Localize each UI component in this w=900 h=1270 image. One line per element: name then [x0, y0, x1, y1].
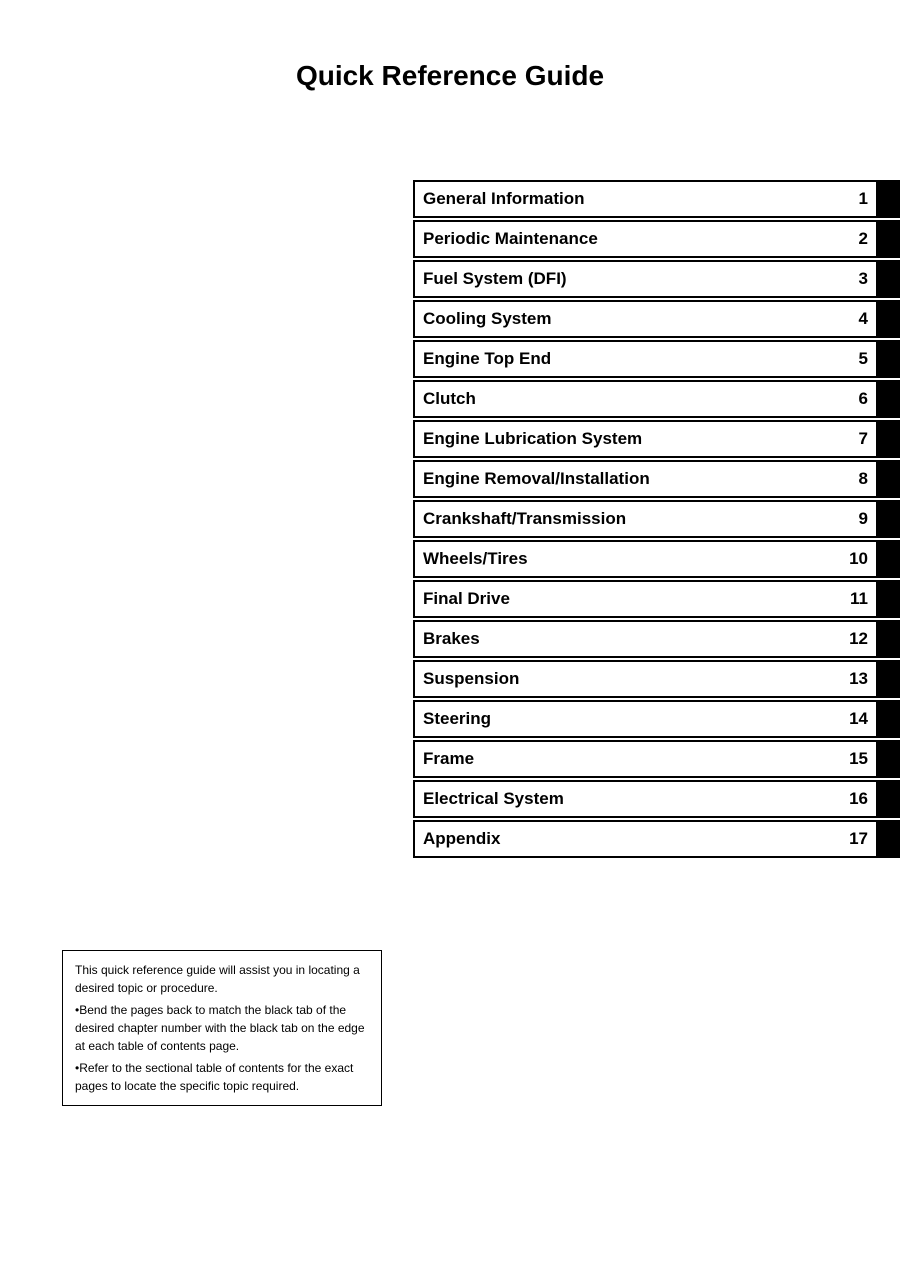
toc-item-label: Periodic Maintenance [415, 229, 846, 249]
toc-item[interactable]: Cooling System4 [413, 300, 900, 338]
toc-item[interactable]: Crankshaft/Transmission9 [413, 500, 900, 538]
toc-item-number: 11 [846, 589, 876, 609]
toc-item-tab [876, 700, 898, 738]
toc-item[interactable]: Suspension13 [413, 660, 900, 698]
toc-item-label: Engine Lubrication System [415, 429, 846, 449]
toc-item-label: Cooling System [415, 309, 846, 329]
toc-item-label: Crankshaft/Transmission [415, 509, 846, 529]
toc-item-label: Suspension [415, 669, 846, 689]
page-title: Quick Reference Guide [0, 0, 900, 132]
toc-item-number: 9 [846, 509, 876, 529]
toc-item-tab [876, 820, 898, 858]
toc-item-number: 6 [846, 389, 876, 409]
info-box-bullet2: •Refer to the sectional table of content… [75, 1059, 369, 1095]
toc-container: General Information1Periodic Maintenance… [413, 180, 900, 860]
toc-item-label: Frame [415, 749, 846, 769]
toc-item[interactable]: Steering14 [413, 700, 900, 738]
toc-item-label: Steering [415, 709, 846, 729]
toc-item-number: 15 [846, 749, 876, 769]
toc-item[interactable]: Frame15 [413, 740, 900, 778]
toc-item-tab [876, 180, 898, 218]
toc-item-label: General Information [415, 189, 846, 209]
toc-item-number: 7 [846, 429, 876, 449]
toc-item[interactable]: Periodic Maintenance2 [413, 220, 900, 258]
toc-item-tab [876, 460, 898, 498]
toc-item-number: 13 [846, 669, 876, 689]
toc-item-number: 16 [846, 789, 876, 809]
toc-item-tab [876, 260, 898, 298]
toc-item-number: 10 [846, 549, 876, 569]
toc-item[interactable]: Fuel System (DFI)3 [413, 260, 900, 298]
toc-item-number: 12 [846, 629, 876, 649]
toc-item-label: Electrical System [415, 789, 846, 809]
toc-item-tab [876, 660, 898, 698]
toc-item-tab [876, 620, 898, 658]
toc-item[interactable]: General Information1 [413, 180, 900, 218]
toc-item-number: 2 [846, 229, 876, 249]
toc-item[interactable]: Engine Top End5 [413, 340, 900, 378]
toc-item-label: Engine Top End [415, 349, 846, 369]
toc-item[interactable]: Final Drive11 [413, 580, 900, 618]
toc-item-label: Engine Removal/Installation [415, 469, 846, 489]
toc-item-tab [876, 540, 898, 578]
toc-item[interactable]: Clutch6 [413, 380, 900, 418]
toc-item-number: 14 [846, 709, 876, 729]
toc-item-number: 3 [846, 269, 876, 289]
toc-item-number: 4 [846, 309, 876, 329]
toc-item[interactable]: Brakes12 [413, 620, 900, 658]
toc-item[interactable]: Engine Removal/Installation8 [413, 460, 900, 498]
toc-item-tab [876, 580, 898, 618]
info-box-intro: This quick reference guide will assist y… [75, 963, 360, 995]
info-box: This quick reference guide will assist y… [62, 950, 382, 1106]
toc-item-number: 1 [846, 189, 876, 209]
toc-item-label: Brakes [415, 629, 846, 649]
toc-item[interactable]: Appendix17 [413, 820, 900, 858]
toc-item-tab [876, 220, 898, 258]
toc-item-label: Clutch [415, 389, 846, 409]
toc-item-tab [876, 300, 898, 338]
toc-item[interactable]: Electrical System16 [413, 780, 900, 818]
toc-item-tab [876, 340, 898, 378]
toc-item-number: 8 [846, 469, 876, 489]
toc-item-label: Final Drive [415, 589, 846, 609]
toc-item-tab [876, 500, 898, 538]
toc-item-tab [876, 420, 898, 458]
info-box-bullet1: •Bend the pages back to match the black … [75, 1001, 369, 1055]
toc-item-label: Wheels/Tires [415, 549, 846, 569]
toc-item[interactable]: Wheels/Tires10 [413, 540, 900, 578]
toc-item-tab [876, 380, 898, 418]
toc-item-tab [876, 780, 898, 818]
toc-item-number: 5 [846, 349, 876, 369]
toc-item[interactable]: Engine Lubrication System7 [413, 420, 900, 458]
toc-item-label: Fuel System (DFI) [415, 269, 846, 289]
toc-item-number: 17 [846, 829, 876, 849]
toc-item-tab [876, 740, 898, 778]
toc-item-label: Appendix [415, 829, 846, 849]
